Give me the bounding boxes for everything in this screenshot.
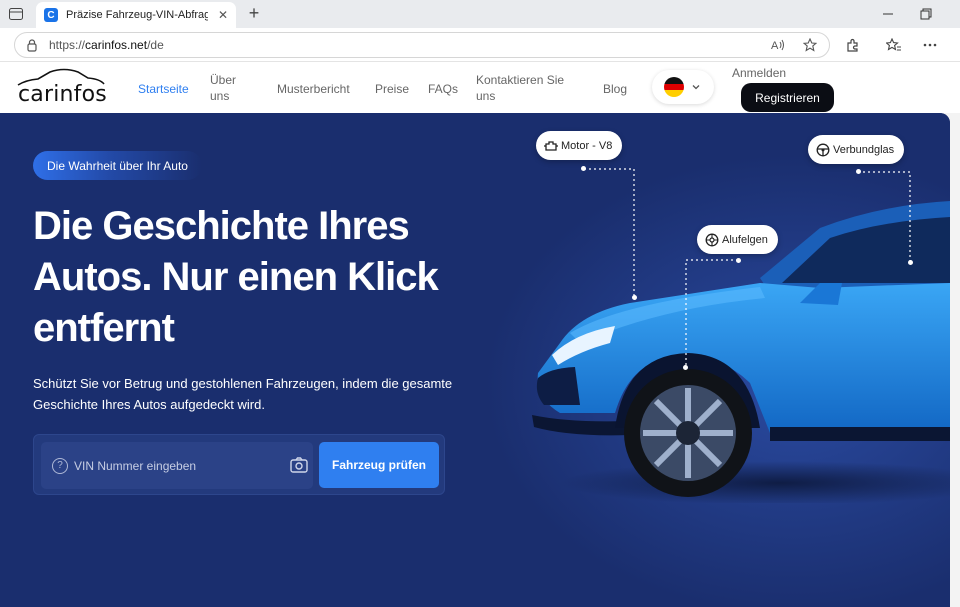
camera-icon[interactable]	[289, 456, 309, 474]
browser-tab[interactable]: C Präzise Fahrzeug-VIN-Abfrage & ✕	[36, 2, 236, 28]
motor-target-dot	[632, 295, 637, 300]
wheels-anchor-dot	[736, 258, 741, 263]
steering-wheel-icon	[816, 143, 830, 156]
url-text: https://carinfos.net/de	[49, 38, 164, 52]
glass-anchor-dot	[856, 169, 861, 174]
wheels-target-dot	[683, 365, 688, 370]
address-bar: https://carinfos.net/de A	[0, 28, 960, 62]
help-icon[interactable]: ?	[52, 457, 68, 474]
check-vehicle-button[interactable]: Fahrzeug prüfen	[319, 442, 439, 488]
nav-faqs[interactable]: FAQs	[428, 81, 458, 97]
site-header: carinfos Startseite Über uns Musterberic…	[0, 62, 960, 113]
rim-icon	[705, 233, 719, 246]
tab-actions-icon[interactable]	[6, 5, 26, 23]
favorite-star-icon[interactable]	[802, 37, 818, 55]
nav-contact[interactable]: Kontaktieren Sie uns	[476, 72, 576, 104]
close-tab-icon[interactable]: ✕	[218, 8, 228, 22]
vin-search-form: ? VIN Nummer eingeben Fahrzeug prüfen	[33, 434, 445, 495]
engine-icon	[544, 140, 558, 151]
chevron-down-icon	[692, 85, 700, 90]
hero-section: Die Wahrheit über Ihr Auto Die Geschicht…	[0, 113, 950, 607]
logo-text: carinfos	[18, 82, 107, 107]
more-menu-icon[interactable]	[920, 35, 940, 55]
callout-glass: Verbundglas	[808, 135, 905, 164]
svg-text:A: A	[771, 40, 779, 52]
callout-connectors	[584, 168, 911, 368]
hero-subtext: Schützt Sie vor Betrug und gestohlenen F…	[33, 376, 453, 412]
hero-headline: Die Geschichte Ihres Autos. Nur einen Kl…	[33, 204, 439, 350]
hero-badge: Die Wahrheit über Ihr Auto	[33, 151, 202, 180]
callout-glass-text: Verbundglas	[833, 143, 895, 156]
lock-icon	[27, 39, 37, 52]
nav-pricing[interactable]: Preise	[375, 81, 409, 97]
tab-title: Präzise Fahrzeug-VIN-Abfrage &	[66, 9, 208, 21]
language-selector[interactable]	[652, 70, 714, 104]
browser-tab-bar: C Präzise Fahrzeug-VIN-Abfrage & ✕ +	[0, 0, 960, 28]
vin-input[interactable]: ? VIN Nummer eingeben	[41, 442, 313, 489]
callout-motor-text: Motor - V8	[561, 139, 613, 152]
read-aloud-icon[interactable]: A	[771, 38, 785, 55]
extensions-icon[interactable]	[843, 35, 863, 55]
glass-target-dot	[908, 260, 913, 265]
nav-blog[interactable]: Blog	[603, 81, 627, 97]
nav-home[interactable]: Startseite	[138, 81, 189, 97]
nav-about[interactable]: Über uns	[210, 72, 250, 104]
carinfos-logo[interactable]: carinfos	[16, 68, 107, 108]
url-field[interactable]: https://carinfos.net/de A	[14, 32, 830, 58]
motor-anchor-dot	[581, 166, 586, 171]
favorites-bar-icon[interactable]	[883, 35, 903, 55]
minimize-icon[interactable]	[878, 4, 898, 24]
callout-wheels: Alufelgen	[697, 225, 778, 254]
new-tab-button[interactable]: +	[244, 3, 264, 23]
site-favicon-icon: C	[44, 8, 58, 22]
login-link[interactable]: Anmelden	[732, 66, 786, 80]
callout-wheels-text: Alufelgen	[722, 233, 768, 246]
register-button[interactable]: Registrieren	[741, 83, 834, 112]
restore-icon[interactable]	[916, 4, 936, 24]
german-flag-icon	[664, 77, 684, 97]
nav-sample-report[interactable]: Musterbericht	[277, 81, 350, 97]
vin-placeholder: VIN Nummer eingeben	[74, 458, 197, 473]
callout-motor: Motor - V8	[536, 131, 623, 160]
